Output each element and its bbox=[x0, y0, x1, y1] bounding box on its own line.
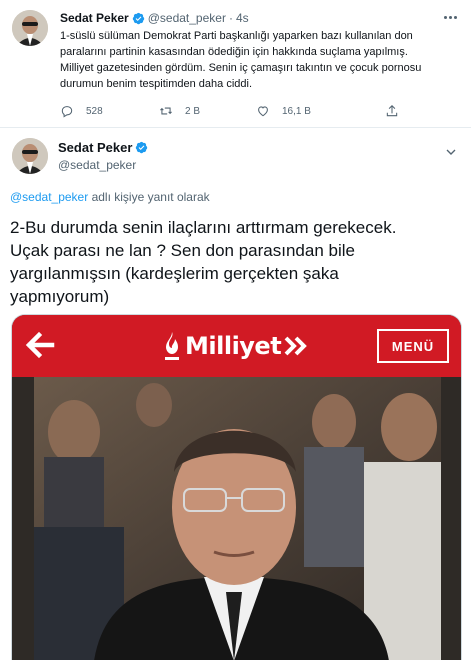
like-icon bbox=[258, 106, 268, 117]
newspaper-header-bar: Milliyet MENÜ bbox=[12, 315, 461, 377]
author-name-row: Sedat Peker bbox=[58, 140, 151, 155]
reply-icon bbox=[61, 106, 73, 118]
flame-icon bbox=[162, 331, 182, 361]
tweet-text-line: yargılanmışsın (kardeşlerim gerçekten şa… bbox=[10, 264, 339, 283]
more-icon[interactable] bbox=[441, 12, 459, 22]
author-name[interactable]: Sedat Peker bbox=[60, 11, 129, 25]
news-photo bbox=[34, 377, 441, 660]
retweet-icon bbox=[160, 107, 172, 115]
share-icon bbox=[386, 105, 398, 117]
newspaper-logo: Milliyet bbox=[162, 329, 309, 363]
tweet-actions: 528 2 B 16,1 B bbox=[60, 103, 405, 119]
reply-button[interactable]: 528 bbox=[60, 103, 103, 119]
tweet-text-line: yapmıyorum) bbox=[10, 287, 110, 306]
share-button[interactable] bbox=[385, 103, 399, 119]
follow-arrow-icon[interactable] bbox=[443, 144, 459, 160]
reply-count: 528 bbox=[86, 105, 103, 117]
verified-badge-icon bbox=[135, 141, 148, 154]
tweet-text-line: Milliyet gazetesinden gördüm. Senin iç ç… bbox=[60, 62, 422, 74]
tweet-text: 1-süslü sülüman Demokrat Parti başkanlığ… bbox=[60, 28, 460, 92]
retweet-button[interactable]: 2 B bbox=[159, 103, 200, 119]
tweet-previous[interactable]: Sedat Peker @sedat_peker · 4s 1-süslü sü… bbox=[0, 0, 471, 128]
author-name[interactable]: Sedat Peker bbox=[58, 140, 132, 155]
author-handle[interactable]: @sedat_peker bbox=[58, 158, 136, 172]
chevrons-icon bbox=[283, 335, 309, 357]
tweet-text-line: durumun benim tespitimden daha ciddi. bbox=[60, 78, 253, 90]
back-arrow-icon bbox=[22, 327, 58, 363]
reply-suffix: adlı kişiye yanıt olarak bbox=[88, 190, 210, 204]
avatar[interactable] bbox=[12, 138, 48, 174]
tweet-text-line: Uçak parası ne lan ? Sen don parasından … bbox=[10, 241, 355, 260]
author-handle[interactable]: @sedat_peker bbox=[148, 11, 226, 25]
reply-mention-link[interactable]: @sedat_peker bbox=[10, 190, 88, 204]
tweet-header: Sedat Peker @sedat_peker · 4s bbox=[60, 11, 249, 25]
logo-text: Milliyet bbox=[185, 332, 282, 360]
like-button[interactable]: 16,1 B bbox=[256, 103, 311, 119]
avatar[interactable] bbox=[12, 10, 48, 46]
tweet-time[interactable]: 4s bbox=[236, 11, 249, 25]
tweet-text-line: paralarını partinin kasasından ödediğin … bbox=[60, 46, 408, 58]
separator-dot: · bbox=[228, 11, 233, 25]
tweet-main-header: Sedat Peker @sedat_peker bbox=[0, 128, 471, 182]
tweet-text-line: 2-Bu durumda senin ilaçlarını arttırmam … bbox=[10, 218, 397, 237]
tweet-text-line: 1-süslü sülüman Demokrat Parti başkanlığ… bbox=[60, 30, 413, 42]
menu-button: MENÜ bbox=[377, 329, 449, 363]
tweet-media-image[interactable]: Milliyet MENÜ bbox=[11, 314, 462, 660]
retweet-count: 2 B bbox=[185, 105, 201, 117]
replying-to: @sedat_peker adlı kişiye yanıt olarak bbox=[10, 190, 210, 204]
tweet-text: 2-Bu durumda senin ilaçlarını arttırmam … bbox=[10, 216, 465, 308]
verified-badge-icon bbox=[132, 12, 145, 25]
like-count: 16,1 B bbox=[282, 105, 311, 117]
